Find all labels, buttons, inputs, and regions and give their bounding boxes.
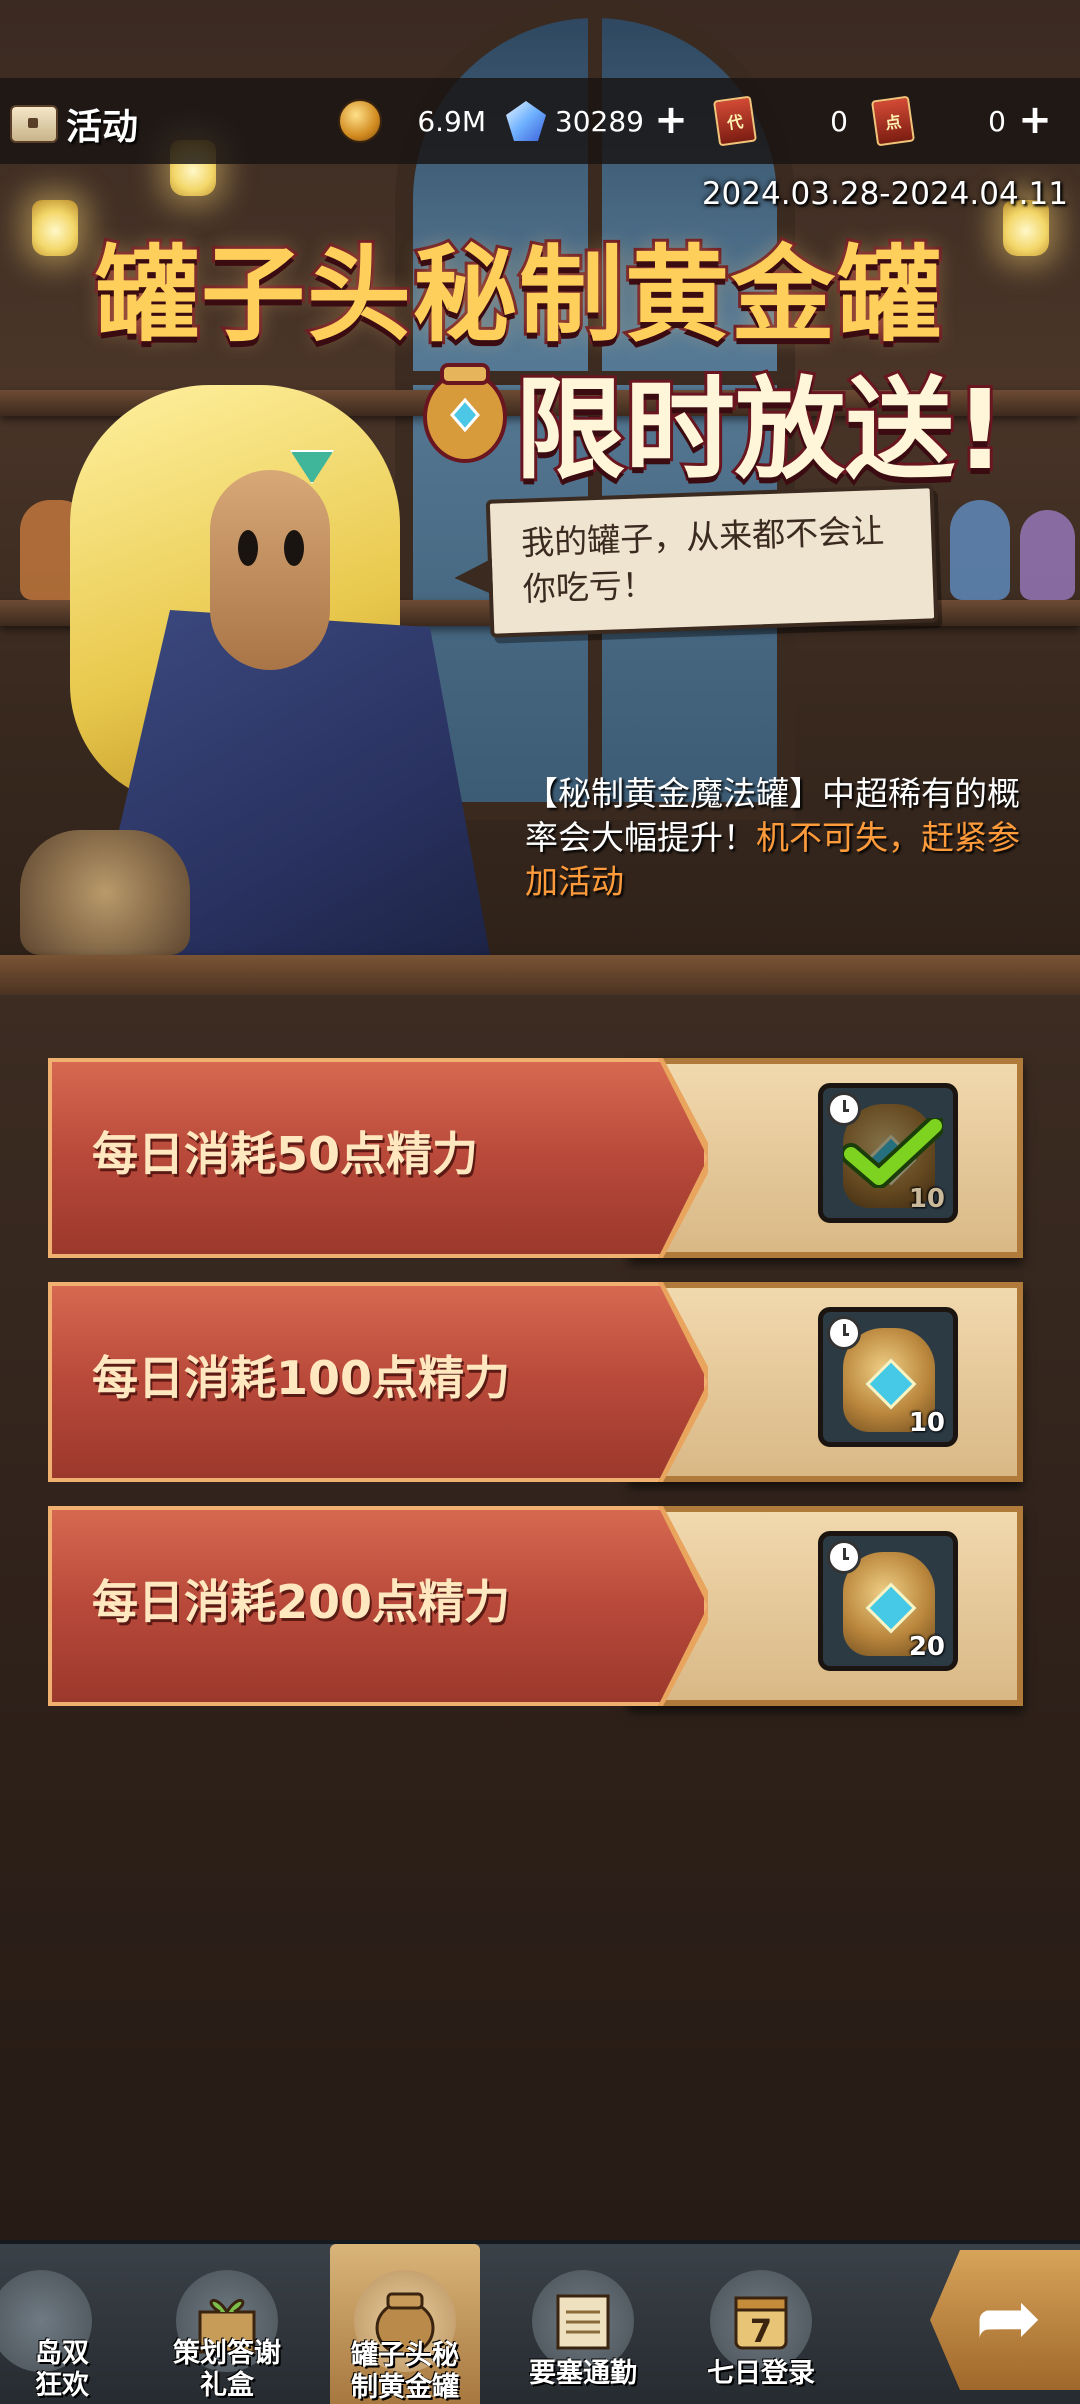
- reward-item[interactable]: 10: [818, 1307, 958, 1447]
- reward-item[interactable]: 20: [818, 1531, 958, 1671]
- crystal-value: 30289: [554, 104, 644, 138]
- task-row[interactable]: 每日消耗50点精力 10: [48, 1058, 1023, 1258]
- add-crystal-button[interactable]: +: [652, 100, 690, 140]
- resource-ticket-dian: 点 0: [870, 95, 1006, 147]
- resource-crystal: 30289: [506, 98, 644, 144]
- tab-label-line1: 七日登录: [707, 2358, 815, 2389]
- counter-divider: [0, 955, 1080, 995]
- ticket-card-icon: 点: [870, 95, 916, 147]
- reward-item[interactable]: 10: [818, 1083, 958, 1223]
- bottom-nav: 岛双 狂欢 策划答谢 礼盒 罐子头秘 制黄金罐 要塞通勤 7 七日登录: [0, 2240, 1080, 2404]
- reward-count: 10: [908, 1408, 945, 1438]
- reward-count: 10: [908, 1184, 945, 1214]
- tab-label: 策划答谢 礼盒: [152, 2338, 302, 2402]
- calendar-day: 7: [750, 2312, 772, 2350]
- tab-label: 七日登录: [686, 2358, 836, 2390]
- tab-label-line1: 要塞通勤: [529, 2358, 637, 2389]
- clock-icon: [827, 1316, 861, 1350]
- tab-fortress-commute[interactable]: 要塞通勤: [508, 2262, 658, 2404]
- chest-icon: [10, 105, 58, 143]
- tab-label-line1: 岛双: [35, 2338, 89, 2369]
- tab-label-line2: 狂欢: [35, 2370, 89, 2401]
- lamp-decoration: [32, 200, 78, 256]
- tab-label-line1: 罐子头秘: [351, 2340, 459, 2371]
- resource-ticket-dai: 代 0: [712, 95, 848, 147]
- task-label: 每日消耗200点精力: [92, 1575, 511, 1629]
- task-label: 每日消耗100点精力: [92, 1351, 511, 1405]
- resource-gold: 6.9M: [338, 98, 486, 144]
- tab-label: 要塞通勤: [508, 2358, 658, 2390]
- tab-island-carnival[interactable]: 岛双 狂欢: [0, 2262, 112, 2404]
- bottle-decoration: [1020, 510, 1075, 600]
- bottle-decoration: [950, 500, 1010, 600]
- task-row[interactable]: 每日消耗200点精力 20: [48, 1506, 1023, 1706]
- tab-golden-jar[interactable]: 罐子头秘 制黄金罐: [330, 2244, 480, 2404]
- tab-label: 罐子头秘 制黄金罐: [330, 2340, 480, 2404]
- gold-value: 6.9M: [417, 104, 486, 138]
- tab-seven-day-login[interactable]: 7 七日登录: [686, 2262, 836, 2404]
- headline-title: 罐子头秘制黄金罐: [92, 231, 944, 359]
- clock-icon: [827, 1540, 861, 1574]
- task-row[interactable]: 每日消耗100点精力 10: [48, 1282, 1023, 1482]
- coin-icon: [338, 99, 382, 143]
- activity-title: 活动: [66, 107, 139, 148]
- task-label: 每日消耗50点精力: [92, 1127, 479, 1181]
- nav-next-button[interactable]: ➦: [930, 2250, 1080, 2390]
- tab-label-line2: 礼盒: [200, 2370, 254, 2401]
- golden-jar-icon: [423, 363, 507, 463]
- tab-planner-thanks-gift[interactable]: 策划答谢 礼盒: [152, 2262, 302, 2404]
- speech-bubble: 我的罐子，从来都不会让你吃亏！: [485, 484, 939, 638]
- ticket-dai-value: 0: [830, 104, 848, 138]
- tab-label: 岛双 狂欢: [6, 2338, 118, 2402]
- headline-subtitle: 限时放送!: [512, 363, 1008, 497]
- arrow-right-icon: ➦: [975, 2271, 1043, 2364]
- crystal-icon: [506, 101, 546, 141]
- speech-text: 我的罐子，从来都不会让你吃亏！: [520, 510, 885, 609]
- calendar-note-icon: [556, 2294, 610, 2350]
- calendar-icon: 7: [734, 2296, 788, 2350]
- add-ticket-button[interactable]: +: [1016, 100, 1054, 140]
- check-icon: [843, 1118, 943, 1188]
- event-description: 【秘制黄金魔法罐】中超稀有的概率会大幅提升！机不可失，赶紧参加活动: [525, 772, 1025, 904]
- reward-count: 20: [908, 1632, 945, 1662]
- jar-decoration: [20, 830, 190, 955]
- ticket-dian-value: 0: [988, 104, 1006, 138]
- event-date-range: 2024.03.28-2024.04.11: [701, 176, 1068, 212]
- character-mask: [210, 470, 330, 670]
- tab-label-line1: 策划答谢: [173, 2338, 281, 2369]
- activity-header: 活动: [10, 98, 138, 150]
- ticket-card-icon: 代: [712, 95, 758, 147]
- tab-label-line2: 制黄金罐: [351, 2372, 459, 2403]
